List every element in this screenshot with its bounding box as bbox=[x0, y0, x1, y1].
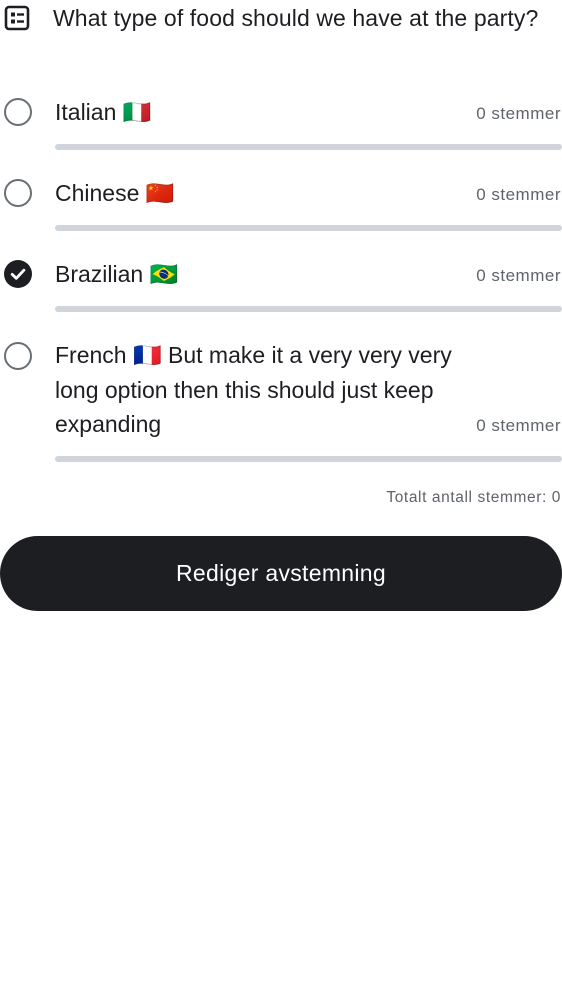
option-progress-bar bbox=[55, 456, 562, 462]
total-votes: Totalt antall stemmer: 0 bbox=[386, 489, 561, 506]
option-progress-bar bbox=[55, 144, 562, 150]
option-progress-bar bbox=[55, 225, 562, 231]
option-label: French 🇫🇷 But make it a very very very l… bbox=[55, 342, 452, 437]
checkmark-icon bbox=[10, 268, 26, 280]
radio-button[interactable] bbox=[4, 179, 32, 207]
option-vote-count: 0 stemmer bbox=[476, 266, 561, 285]
poll-question: What type of food should we have at the … bbox=[53, 5, 539, 31]
option-label: Brazilian 🇧🇷 bbox=[55, 261, 179, 287]
option-vote-count: 0 stemmer bbox=[476, 185, 561, 204]
option-label: Chinese 🇨🇳 bbox=[55, 180, 175, 206]
radio-button[interactable] bbox=[4, 342, 32, 370]
option-label: Italian 🇮🇹 bbox=[55, 99, 152, 125]
poll-list-icon bbox=[4, 5, 30, 31]
option-vote-count: 0 stemmer bbox=[476, 104, 561, 123]
option-progress-bar bbox=[55, 306, 562, 312]
option-vote-count: 0 stemmer bbox=[476, 416, 561, 435]
edit-poll-button[interactable]: Rediger avstemning bbox=[0, 536, 562, 611]
radio-button[interactable] bbox=[4, 98, 32, 126]
radio-button-checked[interactable] bbox=[4, 260, 32, 288]
